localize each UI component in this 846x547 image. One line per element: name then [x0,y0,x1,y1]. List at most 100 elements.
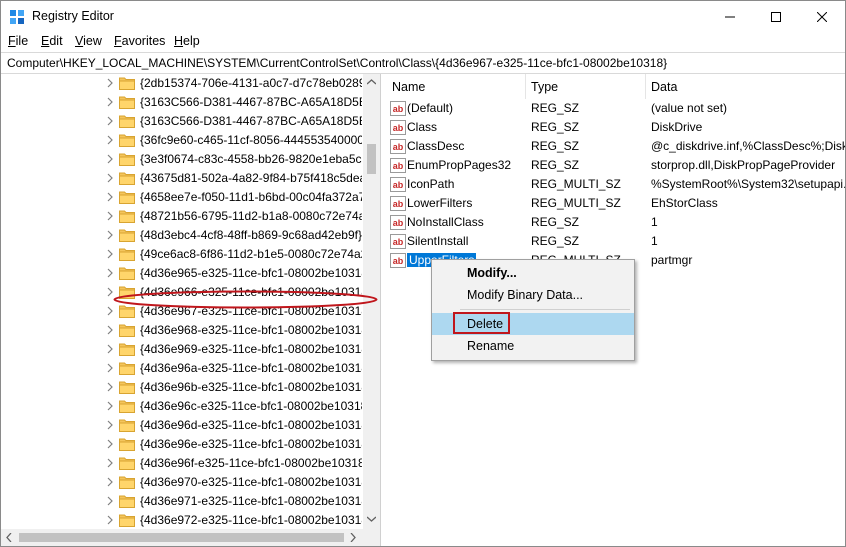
menu-help[interactable]: Help [174,34,200,48]
chevron-right-icon[interactable] [106,343,114,355]
value-row[interactable]: ab IconPath REG_MULTI_SZ %SystemRoot%\Syste… [386,175,845,194]
string-value-icon: ab [390,139,406,154]
chevron-right-icon[interactable] [106,153,114,165]
tree-item[interactable]: {48721b56-6795-11d2-b1a8-0080c72e74a2} [1,207,363,226]
scroll-right-icon[interactable] [350,533,356,542]
chevron-right-icon[interactable] [106,419,114,431]
chevron-right-icon[interactable] [106,495,114,507]
svg-text:ab: ab [393,199,404,209]
chevron-right-icon[interactable] [106,362,114,374]
chevron-right-icon[interactable] [106,381,114,393]
folder-icon [119,438,135,451]
tree-item-label: {4d36e965-e325-11ce-bfc1-08002be10318} [140,266,362,280]
chevron-right-icon[interactable] [106,229,114,241]
tree-item[interactable]: {4d36e96e-e325-11ce-bfc1-08002be10318} [1,435,363,454]
context-menu-rename[interactable]: Rename [432,335,634,357]
column-header-data[interactable]: Data [651,80,677,94]
svg-text:ab: ab [393,256,404,266]
value-row[interactable]: ab SilentInstall REG_SZ 1 [386,232,845,251]
tree-item[interactable]: {4d36e969-e325-11ce-bfc1-08002be10318} [1,340,363,359]
value-row[interactable]: ab NoInstallClass REG_SZ 1 [386,213,845,232]
tree-item[interactable]: {4d36e96a-e325-11ce-bfc1-08002be10318} [1,359,363,378]
tree-item[interactable]: {48d3ebc4-4cf8-48ff-b869-9c68ad42eb9f} [1,226,363,245]
column-header-type[interactable]: Type [531,80,558,94]
tree-item-label: {4d36e969-e325-11ce-bfc1-08002be10318} [140,342,362,356]
chevron-right-icon[interactable] [106,457,114,469]
menu-file[interactable]: File [8,34,28,48]
tree-item[interactable]: {4658ee7e-f050-11d1-b6bd-00c04fa372a7} [1,188,363,207]
scroll-up-icon[interactable] [367,79,376,85]
context-menu: Modify... Modify Binary Data... Delete R… [431,259,635,361]
tree-item[interactable]: {43675d81-502a-4a82-9f84-b75f418c5dea} [1,169,363,188]
value-row[interactable]: ab ClassDesc REG_SZ @c_diskdrive.inf,%Class… [386,137,845,156]
folder-icon [119,514,135,527]
maximize-button[interactable] [753,1,799,32]
value-data: 1 [651,215,658,229]
value-data: partmgr [651,253,693,267]
tree-item[interactable]: {3163C566-D381-4467-87BC-A65A18D5B649} [1,93,363,112]
column-header-name[interactable]: Name [392,80,425,94]
chevron-right-icon[interactable] [106,324,114,336]
tree-horizontal-scroll-thumb[interactable] [19,533,344,542]
chevron-right-icon[interactable] [106,115,114,127]
address-path[interactable]: Computer\HKEY_LOCAL_MACHINE\SYSTEM\Curre… [7,56,667,70]
menu-favorites[interactable]: Favorites [114,34,165,48]
tree-item[interactable]: {4d36e972-e325-11ce-bfc1-08002be10318} [1,511,363,530]
chevron-right-icon[interactable] [106,267,114,279]
tree-item[interactable]: {4d36e965-e325-11ce-bfc1-08002be10318} [1,264,363,283]
tree-item[interactable]: {4d36e96c-e325-11ce-bfc1-08002be10318} [1,397,363,416]
value-row[interactable]: ab LowerFilters REG_MULTI_SZ EhStorClass [386,194,845,213]
context-menu-modify[interactable]: Modify... [432,262,634,284]
chevron-right-icon[interactable] [106,476,114,488]
column-divider[interactable] [525,74,526,99]
tree-item-label: {3e3f0674-c83c-4558-bb26-9820e1eba5c5} [140,152,362,166]
chevron-right-icon[interactable] [106,172,114,184]
tree-item[interactable]: {4d36e96d-e325-11ce-bfc1-08002be10318} [1,416,363,435]
context-menu-separator [460,309,630,310]
menu-view[interactable]: View [75,34,102,48]
chevron-right-icon[interactable] [106,191,114,203]
chevron-right-icon[interactable] [106,96,114,108]
close-button[interactable] [799,1,845,32]
value-row[interactable]: ab (Default) REG_SZ (value not set) [386,99,845,118]
tree-horizontal-scrollbar[interactable] [1,529,380,546]
chevron-right-icon[interactable] [106,438,114,450]
context-menu-modify-binary[interactable]: Modify Binary Data... [432,284,634,306]
tree-item[interactable]: {4d36e970-e325-11ce-bfc1-08002be10318} [1,473,363,492]
tree-item[interactable]: {3e3f0674-c83c-4558-bb26-9820e1eba5c5} [1,150,363,169]
tree-item[interactable]: {4d36e971-e325-11ce-bfc1-08002be10318} [1,492,363,511]
tree-item-label: {49ce6ac8-6f86-11d2-b1e5-0080c72e74a2} [140,247,362,261]
scroll-corner [363,529,380,546]
string-value-icon: ab [390,158,406,173]
chevron-right-icon[interactable] [106,248,114,260]
value-row[interactable]: ab EnumPropPages32 REG_SZ storprop.dll,Disk… [386,156,845,175]
chevron-right-icon[interactable] [106,134,114,146]
value-name: Class [407,120,438,134]
menu-edit[interactable]: Edit [41,34,63,48]
value-data: 1 [651,234,658,248]
key-tree-pane[interactable]: {4d36e973-e325-11ce-bfc1-08002be10318}{4… [1,74,381,546]
minimize-icon [725,16,735,17]
chevron-right-icon[interactable] [106,400,114,412]
value-row[interactable]: ab Class REG_SZ DiskDrive [386,118,845,137]
tree-vertical-scroll-thumb[interactable] [367,144,376,174]
tree-item[interactable]: {4d36e968-e325-11ce-bfc1-08002be10318} [1,321,363,340]
value-data: EhStorClass [651,196,718,210]
string-value-icon: ab [390,215,406,230]
address-bar[interactable]: Computer\HKEY_LOCAL_MACHINE\SYSTEM\Curre… [1,52,845,74]
maximize-icon [771,11,781,22]
chevron-right-icon[interactable] [106,210,114,222]
tree-item[interactable]: {3163C566-D381-4467-87BC-A65A18D5B648} [1,112,363,131]
chevron-right-icon[interactable] [106,77,114,89]
scroll-left-icon[interactable] [6,533,12,542]
scroll-down-icon[interactable] [367,516,376,522]
chevron-right-icon[interactable] [106,514,114,526]
minimize-button[interactable] [707,1,753,32]
tree-item[interactable]: {49ce6ac8-6f86-11d2-b1e5-0080c72e74a2} [1,245,363,264]
value-type: REG_SZ [531,101,580,115]
tree-item[interactable]: {4d36e96f-e325-11ce-bfc1-08002be10318} [1,454,363,473]
column-divider[interactable] [645,74,646,99]
tree-item[interactable]: {36fc9e60-c465-11cf-8056-444553540000} [1,131,363,150]
tree-item[interactable]: {2db15374-706e-4131-a0c7-d7c78eb0289a} [1,74,363,93]
tree-item[interactable]: {4d36e96b-e325-11ce-bfc1-08002be10318} [1,378,363,397]
